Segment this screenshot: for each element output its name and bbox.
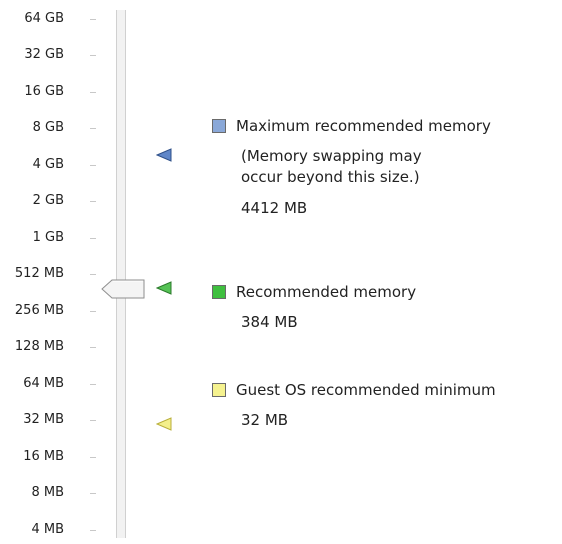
minimum-swatch-icon xyxy=(212,383,226,397)
tick-label: 64 GB xyxy=(24,11,64,26)
tick-mark xyxy=(90,274,96,275)
tick-label: 256 MB xyxy=(14,303,64,318)
tick-label: 8 MB xyxy=(31,485,64,500)
minimum-memory-marker-icon xyxy=(156,417,172,431)
tick-mark xyxy=(90,55,96,56)
recommended-memory-value: 384 MB xyxy=(241,313,298,331)
tick-label: 8 GB xyxy=(32,120,64,135)
tick-label: 4 GB xyxy=(32,157,64,172)
minimum-memory-value: 32 MB xyxy=(241,411,289,429)
tick-label: 512 MB xyxy=(14,266,64,281)
memory-slider-thumb[interactable] xyxy=(101,279,145,299)
tick-mark xyxy=(90,201,96,202)
tick-label: 32 GB xyxy=(24,47,64,62)
tick-mark xyxy=(90,165,96,166)
tick-label: 16 MB xyxy=(23,449,64,464)
maximum-memory-marker-icon xyxy=(156,148,172,162)
tick-label: 16 GB xyxy=(24,84,64,99)
maximum-recommended-memory-legend: Maximum recommended memory (Memory swapp… xyxy=(212,116,491,218)
memory-swapping-note-line-2: occur beyond this size.) xyxy=(241,168,420,186)
tick-label: 1 GB xyxy=(32,230,64,245)
recommended-memory-marker-icon xyxy=(156,281,172,295)
tick-mark xyxy=(90,347,96,348)
maximum-swatch-icon xyxy=(212,119,226,133)
recommended-memory-legend: Recommended memory 384 MB xyxy=(212,282,416,332)
tick-label: 2 GB xyxy=(32,193,64,208)
tick-mark xyxy=(90,384,96,385)
tick-label: 64 MB xyxy=(23,376,64,391)
maximum-label: Maximum recommended memory xyxy=(236,117,491,135)
tick-mark xyxy=(90,457,96,458)
tick-mark xyxy=(90,311,96,312)
maximum-memory-value: 4412 MB xyxy=(241,199,308,217)
tick-label: 32 MB xyxy=(23,412,64,427)
memory-slider-track[interactable] xyxy=(116,10,126,538)
guest-os-minimum-legend: Guest OS recommended minimum 32 MB xyxy=(212,380,496,430)
tick-label: 4 MB xyxy=(31,522,64,537)
memory-swapping-note: (Memory swapping may occur beyond this s… xyxy=(241,146,491,188)
tick-mark xyxy=(90,420,96,421)
tick-mark xyxy=(90,530,96,531)
tick-mark xyxy=(90,493,96,494)
memory-scale: 64 GB 32 GB 16 GB 8 GB 4 GB 2 GB 1 GB 51… xyxy=(0,0,100,544)
tick-mark xyxy=(90,19,96,20)
recommended-label: Recommended memory xyxy=(236,283,417,301)
minimum-label: Guest OS recommended minimum xyxy=(236,381,496,399)
tick-mark xyxy=(90,238,96,239)
tick-label: 128 MB xyxy=(14,339,64,354)
recommended-swatch-icon xyxy=(212,285,226,299)
tick-mark xyxy=(90,128,96,129)
memory-swapping-note-line-1: (Memory swapping may xyxy=(241,147,422,165)
tick-mark xyxy=(90,92,96,93)
